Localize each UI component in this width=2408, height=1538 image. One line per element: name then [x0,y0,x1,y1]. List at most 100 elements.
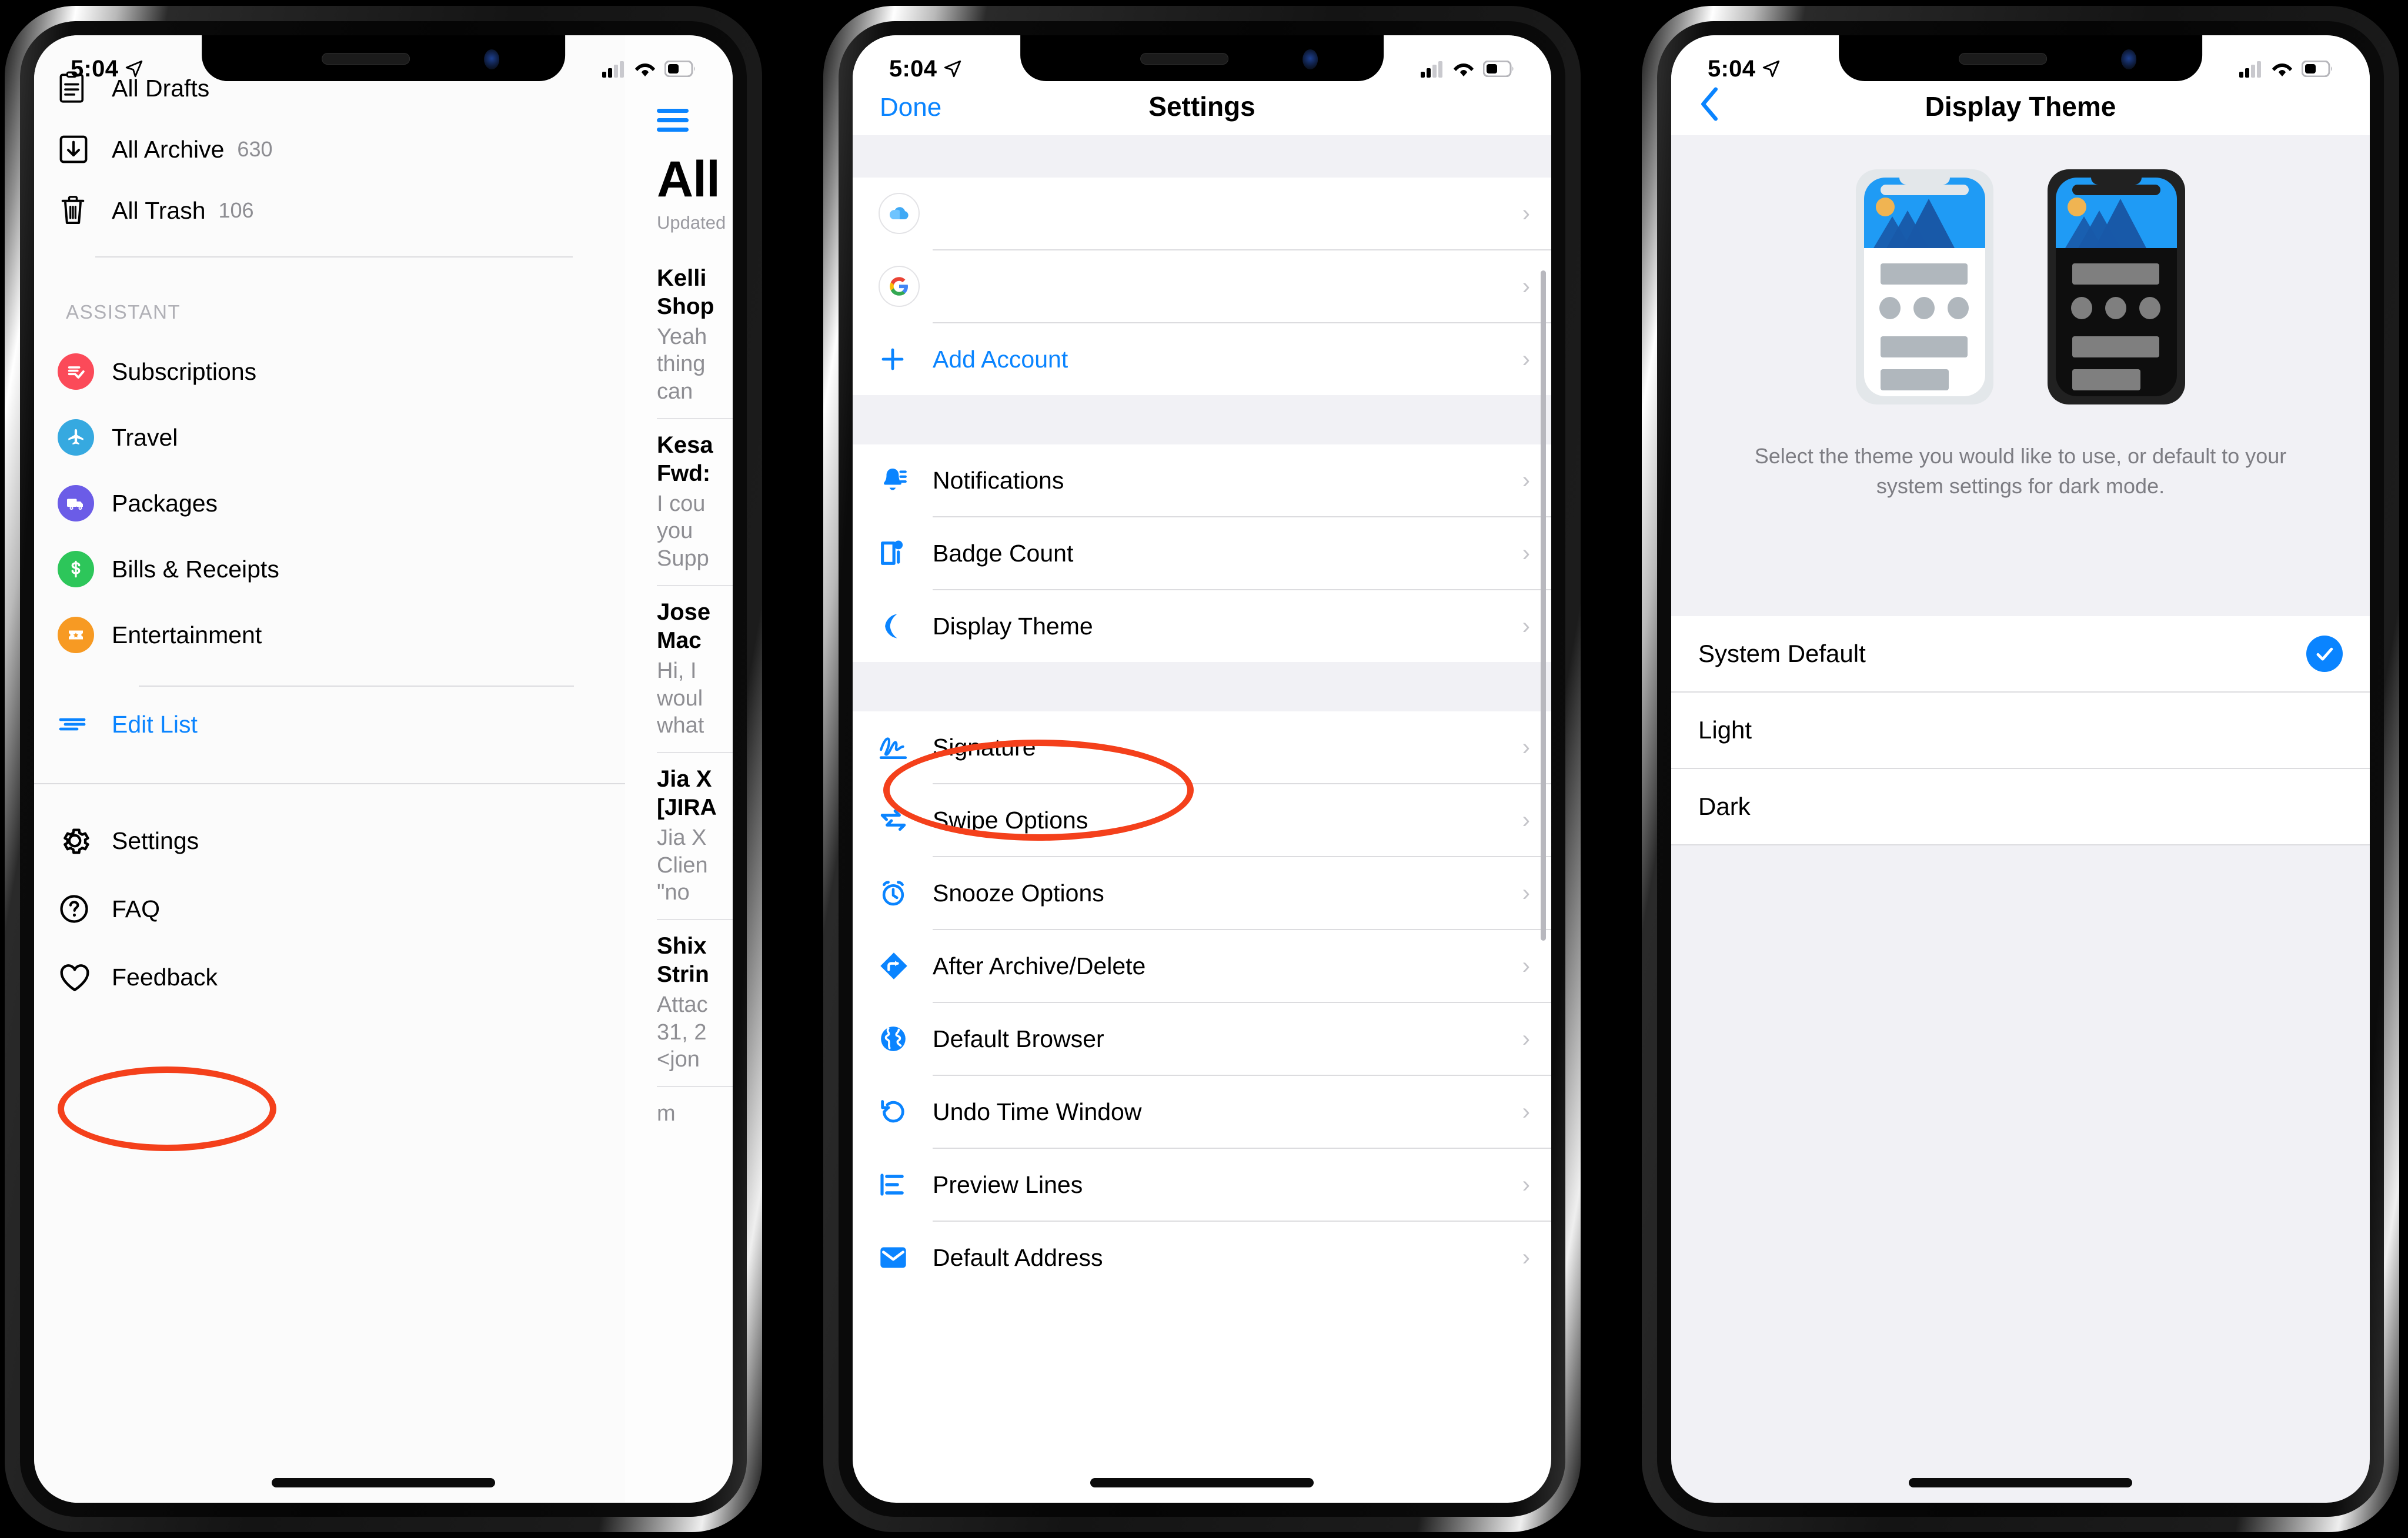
phone-1-sidebar: 5:04 All Updated Kelli Shop Yeah thing c… [5,6,762,1532]
page-title: Display Theme [1925,91,2116,122]
add-account-button[interactable]: Add Account › [853,323,1551,395]
edit-list-button[interactable]: Edit List [34,687,625,762]
settings-item-snooze-options[interactable]: Snooze Options › [853,857,1551,929]
divider [657,1086,733,1088]
mail-subject: Shop [657,294,714,319]
divider [1671,844,2370,846]
sidebar-item-label: Settings [112,827,199,854]
page-title: Settings [1148,91,1255,122]
settings-item-after-archive-delete[interactable]: After Archive/Delete › [853,930,1551,1002]
alarm-clock-icon [879,878,933,908]
account-row-google[interactable]: › [853,250,1551,322]
heart-icon [58,961,112,993]
list-item[interactable]: Kelli Shop Yeah thing can [657,265,733,405]
list-item[interactable]: Jia X [JIRA Jia X Clien "no [657,766,733,906]
sidebar-item-label: Packages [112,489,218,517]
speaker-icon [322,53,410,65]
mail-list-title: All [657,151,720,208]
sidebar-item-faq[interactable]: FAQ [34,875,625,943]
sidebar-item-subscriptions[interactable]: Subscriptions [34,339,625,404]
settings-item-default-address[interactable]: Default Address › [853,1222,1551,1293]
sidebar-item-all-trash[interactable]: All Trash 106 [34,180,625,241]
settings-item-label: Swipe Options [933,806,1088,834]
scrollbar[interactable] [1541,270,1546,941]
home-indicator [1090,1478,1314,1487]
mail-from: Kelli [657,265,707,291]
chevron-right-icon: › [1522,1099,1530,1125]
sidebar-item-count: 106 [218,198,254,222]
settings-item-label: Undo Time Window [933,1098,1142,1125]
airplane-icon [58,419,94,456]
list-item[interactable]: Jose Mac Hi, I woul what [657,599,733,739]
notch [1839,35,2202,81]
sidebar-item-travel[interactable]: Travel [34,404,625,470]
chevron-right-icon: › [1522,1245,1530,1270]
sidebar-item-entertainment[interactable]: Entertainment [34,602,625,668]
list-item[interactable]: Shix Strin Attac 31, 2 <jon [657,933,733,1073]
question-circle-icon [58,892,112,925]
accounts-group: › › Add Account › [853,178,1551,395]
chevron-right-icon: › [1522,880,1530,906]
theme-option-dark[interactable]: Dark [1671,769,2370,845]
drafts-icon [58,71,112,105]
hamburger-icon[interactable] [657,109,689,132]
settings-item-badge-count[interactable]: Badge Count › [853,517,1551,589]
sidebar-item-count: 630 [237,137,273,161]
sidebar-item-feedback[interactable]: Feedback [34,943,625,1011]
sidebar-item-all-archive[interactable]: All Archive 630 [34,119,625,180]
settings-item-signature[interactable]: Signature › [853,711,1551,783]
edit-list-icon [58,715,112,734]
mailbox-list: All Drafts All Archive 630 All Trash 106 [34,35,625,1011]
assistant-list: Subscriptions Travel Packages Bills & Re… [34,339,625,668]
theme-option-system-default[interactable]: System Default [1671,616,2370,692]
sidebar-item-label: All Drafts [112,74,210,102]
mail-subject: [JIRA [657,795,717,821]
settings-item-label: Default Browser [933,1025,1104,1052]
group-spacer [853,395,1551,444]
mail-list-panel: All Updated Kelli Shop Yeah thing can Ke… [625,35,733,1503]
light-theme-preview[interactable] [1856,169,1993,404]
sidebar-item-bills-receipts[interactable]: Bills & Receipts [34,536,625,602]
subscriptions-icon [58,353,94,390]
chevron-right-icon: › [1522,613,1530,639]
list-item[interactable]: Kesa Fwd: I cou you Supp [657,432,733,572]
settings-item-default-browser[interactable]: Default Browser › [853,1003,1551,1075]
notch [202,35,565,81]
settings-item-label: Preview Lines [933,1171,1083,1198]
dollar-icon [58,551,94,587]
theme-options-list: System Default Light Dark [1671,616,2370,846]
sidebar-item-label: Subscriptions [112,357,257,385]
divider [657,418,733,420]
settings-item-display-theme[interactable]: Display Theme › [853,590,1551,662]
settings-item-notifications[interactable]: Notifications › [853,444,1551,516]
mail-from: Kesa [657,432,713,459]
settings-item-swipe-options[interactable]: Swipe Options › [853,784,1551,856]
undo-icon [879,1097,933,1126]
theme-option-light[interactable]: Light [1671,693,2370,768]
group-spacer [853,135,1551,178]
front-camera-icon [2120,49,2136,69]
settings-item-preview-lines[interactable]: Preview Lines › [853,1149,1551,1221]
sidebar-item-label: Entertainment [112,621,262,648]
mail-preview: I cou you Supp [657,492,709,571]
account-row-icloud[interactable]: › [853,178,1551,249]
mail-preview: Yeah thing can [657,325,707,404]
phone-2-screen: 5:04 Done Settings › › Add Account › Not… [853,35,1551,1503]
divider [657,752,733,754]
settings-item-label: Notifications [933,466,1064,494]
dark-theme-preview[interactable] [2048,169,2185,404]
chevron-right-icon: › [1522,1026,1530,1052]
front-camera-icon [483,49,499,69]
sidebar-item-packages[interactable]: Packages [34,470,625,536]
add-account-label: Add Account [933,345,1068,373]
sidebar-item-settings[interactable]: Settings [34,807,625,875]
phone-2-settings: 5:04 Done Settings › › Add Account › Not… [823,6,1581,1532]
globe-icon [879,1024,933,1054]
badge-count-icon [879,538,933,569]
theme-preview-section: Select the theme you would like to use, … [1671,135,2370,617]
chevron-right-icon: › [1522,1172,1530,1198]
mail-subject: Fwd: [657,461,710,487]
phone-1-screen: 5:04 All Updated Kelli Shop Yeah thing c… [34,35,733,1503]
moon-icon [879,611,933,641]
settings-item-undo-time-window[interactable]: Undo Time Window › [853,1076,1551,1148]
